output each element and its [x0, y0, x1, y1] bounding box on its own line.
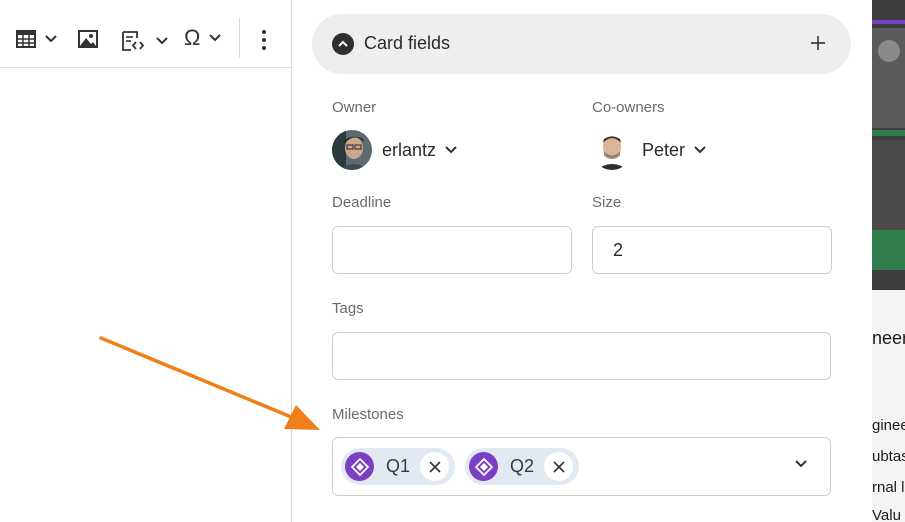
- chevron-down-icon: [156, 37, 168, 45]
- more-vertical-icon: [262, 30, 266, 50]
- milestone-chip[interactable]: Q2: [465, 448, 579, 485]
- collapse-toggle[interactable]: [332, 33, 354, 55]
- table-icon: [16, 30, 36, 48]
- chevron-down-icon: [45, 35, 57, 43]
- owner-selector[interactable]: erlantz: [332, 130, 458, 170]
- milestone-diamond-icon: [469, 452, 498, 481]
- milestone-chip-label: Q2: [510, 456, 535, 476]
- milestones-field[interactable]: Q1 Q2: [332, 437, 831, 496]
- insert-table-button[interactable]: [16, 30, 58, 48]
- co-owner-name: Peter: [642, 139, 686, 160]
- chevron-down-icon: [694, 146, 706, 154]
- owner-avatar: [332, 130, 372, 170]
- card-fields-title: Card fields: [364, 33, 451, 53]
- size-label: Size: [592, 194, 622, 211]
- co-owners-label: Co-owners: [592, 99, 665, 116]
- add-field-button[interactable]: [805, 30, 831, 56]
- background-text: ginee: [872, 417, 905, 434]
- co-owner-avatar: [592, 130, 632, 170]
- size-field[interactable]: [592, 226, 832, 274]
- more-options-button[interactable]: [258, 29, 270, 51]
- editor-pane: Ω: [0, 0, 292, 522]
- chevron-down-icon: [445, 146, 457, 154]
- owner-label: Owner: [332, 99, 377, 116]
- deadline-field[interactable]: [332, 226, 572, 274]
- owner-name: erlantz: [382, 139, 437, 160]
- close-icon: [428, 460, 441, 473]
- tags-field[interactable]: [332, 332, 831, 380]
- special-character-button[interactable]: Ω: [184, 25, 222, 50]
- background-text: rnal l: [872, 479, 905, 496]
- special-character-icon: Ω: [184, 25, 201, 50]
- tags-label: Tags: [332, 300, 364, 317]
- close-icon: [552, 460, 565, 473]
- background-green-block: [872, 230, 905, 270]
- remove-chip-button[interactable]: [420, 452, 450, 481]
- background-panel: [872, 140, 905, 230]
- remove-chip-button[interactable]: [544, 452, 574, 481]
- insert-code-button[interactable]: [121, 30, 169, 52]
- background-accent-bar: [872, 20, 905, 24]
- editor-toolbar: Ω: [0, 14, 291, 68]
- milestone-chip-label: Q1: [386, 456, 411, 476]
- milestone-diamond-icon: [345, 452, 374, 481]
- background-text: ubtas: [872, 448, 905, 465]
- background-green-bar: [872, 130, 905, 136]
- code-snippet-icon: [122, 31, 145, 51]
- image-icon: [78, 30, 98, 48]
- milestones-label: Milestones: [332, 406, 404, 423]
- co-owners-selector[interactable]: Peter: [592, 130, 707, 170]
- background-circle: [878, 40, 900, 62]
- card-fields-panel: Card fields Owner erlantz Co-owners Pete…: [292, 0, 872, 522]
- insert-image-button[interactable]: [78, 30, 98, 48]
- chevron-down-icon: [209, 34, 222, 42]
- background-text: neeri: [872, 328, 905, 348]
- milestone-chip[interactable]: Q1: [341, 448, 455, 485]
- chevron-down-icon[interactable]: [794, 459, 808, 469]
- toolbar-divider: [239, 18, 240, 58]
- deadline-label: Deadline: [332, 194, 392, 211]
- chevron-up-icon: [338, 40, 348, 47]
- background-text: Valu: [872, 507, 901, 522]
- background-app-sliver: neeri ginee ubtas rnal l Valu: [872, 0, 905, 522]
- card-fields-header[interactable]: Card fields: [312, 14, 851, 74]
